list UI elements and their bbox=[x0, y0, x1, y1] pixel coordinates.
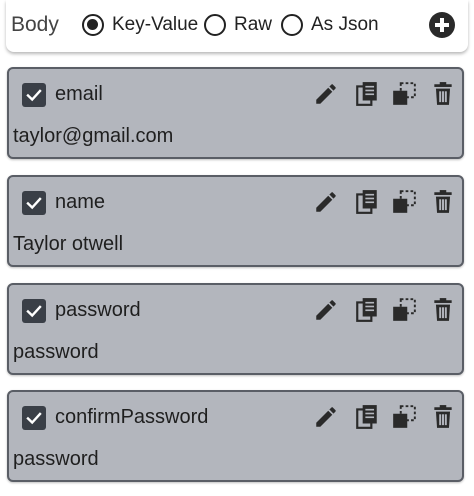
key-value-card-confirmPassword: confirmPassword password bbox=[7, 390, 464, 482]
radio-label-as-json: As Json bbox=[311, 14, 379, 35]
radio-button[interactable] bbox=[204, 14, 226, 36]
key-value-card-password: password password bbox=[7, 283, 464, 375]
duplicate-icon[interactable] bbox=[391, 404, 417, 430]
copy-icon[interactable] bbox=[354, 404, 380, 430]
field-key: email bbox=[55, 83, 103, 105]
duplicate-icon[interactable] bbox=[391, 297, 417, 323]
check-icon bbox=[26, 305, 42, 318]
field-value[interactable]: Taylor otwell bbox=[13, 233, 123, 256]
radio-label-raw: Raw bbox=[234, 14, 273, 35]
radio-key-value[interactable]: Key-Value bbox=[82, 8, 198, 42]
pencil-icon[interactable] bbox=[313, 81, 339, 107]
trash-icon[interactable] bbox=[430, 404, 456, 430]
pencil-icon[interactable] bbox=[313, 404, 339, 430]
copy-icon[interactable] bbox=[354, 297, 380, 323]
body-label: Body bbox=[11, 13, 59, 36]
body-type-bar: Body Key-Value Raw As Json bbox=[6, 0, 468, 52]
pencil-icon[interactable] bbox=[313, 189, 339, 215]
duplicate-icon[interactable] bbox=[391, 189, 417, 215]
trash-icon[interactable] bbox=[430, 189, 456, 215]
radio-button[interactable] bbox=[281, 14, 303, 36]
copy-icon[interactable] bbox=[354, 189, 380, 215]
field-key: confirmPassword bbox=[55, 406, 209, 428]
trash-icon[interactable] bbox=[430, 297, 456, 323]
field-value[interactable]: password bbox=[13, 341, 99, 364]
copy-icon[interactable] bbox=[354, 81, 380, 107]
radio-label-key-value: Key-Value bbox=[112, 14, 199, 35]
enabled-checkbox[interactable] bbox=[22, 191, 46, 215]
field-key: name bbox=[55, 191, 106, 213]
field-key: password bbox=[55, 299, 141, 321]
field-value[interactable]: password bbox=[13, 448, 99, 471]
radio-button-selected[interactable] bbox=[82, 14, 104, 36]
duplicate-icon[interactable] bbox=[391, 81, 417, 107]
trash-icon[interactable] bbox=[430, 81, 456, 107]
pencil-icon[interactable] bbox=[313, 297, 339, 323]
check-icon bbox=[26, 197, 42, 210]
radio-as-json[interactable]: As Json bbox=[281, 8, 379, 42]
enabled-checkbox[interactable] bbox=[22, 299, 46, 323]
enabled-checkbox[interactable] bbox=[22, 406, 46, 430]
field-value[interactable]: taylor@gmail.com bbox=[13, 125, 173, 148]
check-icon bbox=[26, 89, 42, 102]
radio-raw[interactable]: Raw bbox=[204, 8, 272, 42]
plus-circle-icon[interactable] bbox=[429, 12, 455, 38]
key-value-card-email: email taylor@gmail.com bbox=[7, 67, 464, 159]
enabled-checkbox[interactable] bbox=[22, 83, 46, 107]
check-icon bbox=[26, 412, 42, 425]
key-value-card-name: name Taylor otwell bbox=[7, 175, 464, 267]
